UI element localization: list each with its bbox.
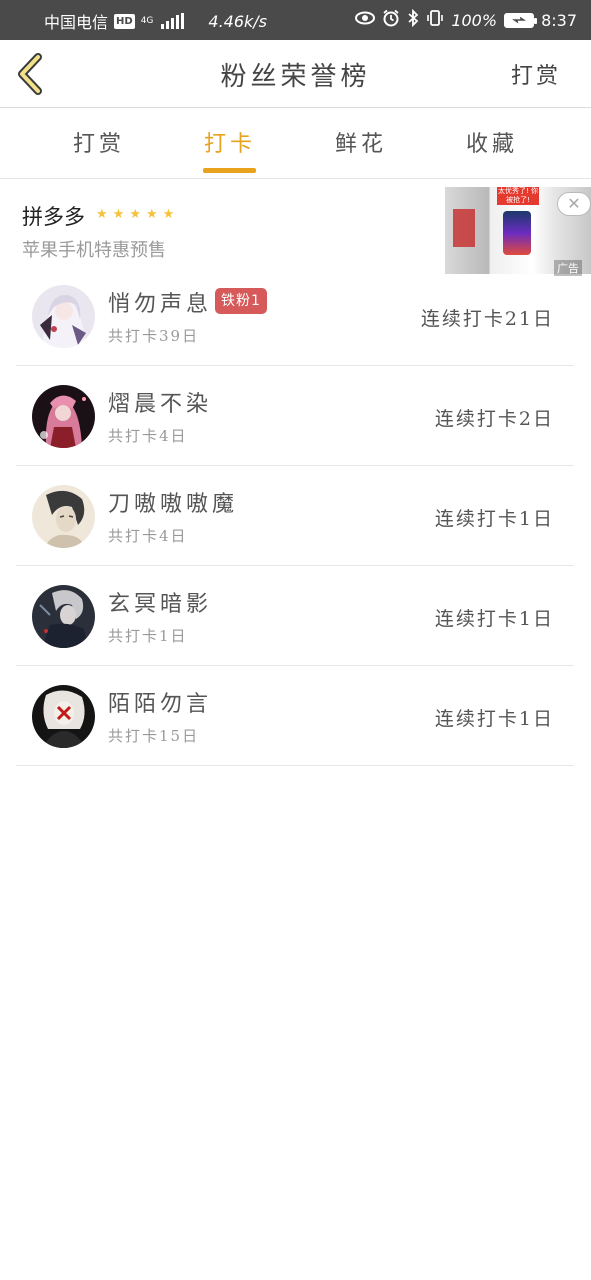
ad-rating-stars: ★ ★ ★ ★ ★ (96, 208, 174, 222)
avatar[interactable] (32, 585, 95, 648)
avatar[interactable] (32, 385, 95, 448)
battery-icon (504, 12, 538, 28)
tab-favorites[interactable]: 收藏 (452, 126, 532, 158)
star-icon: ★ (112, 207, 125, 222)
list-item[interactable]: 悄勿声息 铁粉1 共打卡39日 连续打卡21日 (16, 266, 574, 366)
fan-name: 悄勿声息 (108, 292, 213, 317)
eye-icon (355, 11, 376, 29)
fan-level-badge: 铁粉1 (215, 288, 267, 314)
total-checkins: 共打卡15日 (108, 727, 200, 745)
checkin-streak: 连续打卡1日 (434, 708, 554, 730)
ad-subtitle: 苹果手机特惠预售 (22, 240, 166, 261)
star-icon: ★ (96, 207, 108, 222)
avatar-image (32, 285, 95, 348)
vibrate-icon (426, 9, 444, 31)
status-bar: 中国电信 HD 4G 4.46k/s 100% 8:37 (0, 0, 591, 40)
checkin-streak: 连续打卡1日 (434, 508, 554, 530)
tab-checkin[interactable]: 打卡 (190, 126, 270, 158)
status-left: 中国电信 HD 4G 4.46k/s (44, 9, 267, 33)
checkin-streak: 连续打卡2日 (434, 408, 554, 430)
ad-title: 拼多多 (22, 205, 85, 229)
signal-icon (161, 13, 185, 29)
top-nav-bar: 粉丝荣誉榜 打赏 (0, 40, 591, 108)
network-speed: 4.46k/s (208, 11, 268, 31)
avatar-image (32, 385, 95, 448)
battery-percent: 100% (451, 10, 498, 30)
hd-icon: HD (114, 13, 135, 29)
clock: 8:37 (541, 10, 577, 30)
ad-banner[interactable]: 拼多多 ★ ★ ★ ★ ★ 苹果手机特惠预售 太优秀了! 你被抢了! (0, 180, 591, 274)
tab-bar: 打赏 打卡 鲜花 收藏 (0, 108, 591, 179)
star-icon: ★ (129, 207, 141, 222)
checkin-streak: 连续打卡1日 (434, 608, 554, 630)
avatar[interactable] (32, 485, 95, 548)
star-icon: ★ (145, 207, 158, 222)
avatar[interactable] (32, 285, 95, 348)
total-checkins: 共打卡4日 (108, 527, 188, 545)
reward-action-button[interactable]: 打赏 (511, 58, 561, 90)
ad-image-decor (453, 209, 475, 247)
status-right: 100% 8:37 (355, 8, 577, 31)
fan-name: 玄冥暗影 (108, 592, 213, 617)
total-checkins: 共打卡39日 (108, 327, 200, 345)
network-type-icon: 4G (140, 15, 154, 26)
alarm-icon (382, 9, 400, 31)
ad-image-text: 太优秀了! 你被抢了! (497, 187, 539, 205)
total-checkins: 共打卡4日 (108, 427, 188, 445)
star-icon: ★ (162, 207, 175, 222)
avatar-image (32, 585, 95, 648)
tab-reward[interactable]: 打赏 (59, 126, 139, 158)
list-item[interactable]: 玄冥暗影 共打卡1日 连续打卡1日 (16, 566, 574, 666)
tab-flowers[interactable]: 鲜花 (321, 126, 401, 158)
fan-name: 陌陌勿言 (108, 692, 213, 717)
list-item[interactable]: 熠晨不染 共打卡4日 连续打卡2日 (16, 366, 574, 466)
page-title: 粉丝荣誉榜 (220, 62, 371, 92)
fan-name: 熠晨不染 (108, 392, 213, 417)
fan-list: 悄勿声息 铁粉1 共打卡39日 连续打卡21日 熠晨不染 共打卡4日 连续打卡2… (16, 266, 574, 766)
bluetooth-icon (407, 8, 419, 31)
list-item[interactable]: 陌陌勿言 共打卡15日 连续打卡1日 (16, 666, 574, 766)
list-item[interactable]: 刀嗷嗷嗷魔 共打卡4日 连续打卡1日 (16, 466, 574, 566)
carrier-label: 中国电信 (44, 13, 109, 32)
avatar-image (32, 485, 95, 548)
checkin-streak: 连续打卡21日 (420, 308, 554, 330)
phone-image (503, 211, 531, 255)
fan-name: 刀嗷嗷嗷魔 (108, 492, 239, 517)
total-checkins: 共打卡1日 (108, 627, 188, 645)
avatar-image (32, 685, 95, 748)
ad-close-button[interactable]: ✕ (557, 192, 591, 216)
active-tab-indicator (203, 168, 256, 173)
avatar[interactable] (32, 685, 95, 748)
